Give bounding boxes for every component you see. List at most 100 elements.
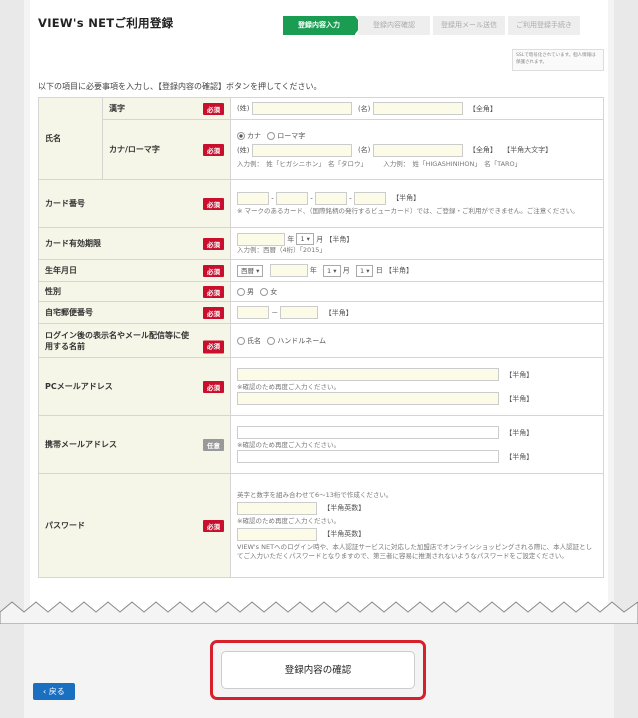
password-confirm-input[interactable] [237, 527, 317, 541]
postal-dash: － [271, 308, 279, 317]
confirm-note: ※確認のため再度ご入力ください。 [237, 516, 340, 525]
pc-email-inputs: 【半角】 ※確認のため再度ご入力ください。 【半角】 [230, 357, 604, 416]
kana-label-cell: カナ/ローマ字 必須 [102, 119, 231, 180]
mobile-email-input[interactable] [237, 426, 499, 439]
back-button[interactable]: ‹ 戻る [33, 683, 75, 700]
handle-option-radio[interactable] [267, 336, 276, 345]
password-input[interactable] [237, 501, 317, 515]
card-expiry-label-cell: カード有効期限 必須 [38, 227, 231, 260]
zenkaku-note: 【全角】 [468, 104, 497, 113]
mobile-email-label: 携帯メールアドレス [45, 440, 117, 449]
confirm-button-highlight: 登録内容の確認 [210, 640, 426, 700]
hankaku-note: 【半角】 [505, 452, 534, 461]
day-unit: 日 [375, 266, 383, 275]
gender-label: 性別 [45, 287, 61, 296]
birth-year-input[interactable] [269, 264, 308, 277]
male-radio[interactable] [237, 287, 245, 296]
display-name-label-cell: ログイン後の表示名やメール配信等に使用する名前 必須 [38, 323, 231, 358]
required-badge: 必須 [203, 340, 224, 354]
female-radio[interactable] [260, 287, 269, 296]
month-unit: 月 [342, 266, 350, 275]
torn-edge-divider [0, 601, 638, 624]
display-name-inputs: 氏名 ハンドルネーム [230, 323, 604, 358]
mobile-email-label-cell: 携帯メールアドレス 任意 [38, 415, 231, 474]
kana-radio[interactable] [237, 131, 245, 140]
required-badge: 必須 [203, 143, 224, 156]
card-number-input-2[interactable] [275, 191, 308, 205]
kanji-sei-input[interactable] [251, 102, 352, 115]
pc-email-input[interactable] [237, 368, 499, 381]
era-select[interactable]: 西暦 ▾ [237, 264, 264, 277]
sei-label: (姓) [237, 104, 250, 113]
pc-email-label: PCメールアドレス [45, 382, 113, 391]
password-description: VIEW's NETへのログイン時や、本人認証サービスに対応した加盟店でオンライ… [237, 542, 593, 560]
postal-input-1[interactable] [237, 306, 269, 319]
kana-mei-input[interactable] [372, 143, 463, 157]
pc-email-confirm-input[interactable] [237, 392, 499, 405]
roman-radio[interactable] [267, 131, 276, 140]
year-unit: 年 [287, 235, 295, 243]
card-number-note: ※ マークのあるカード、（国際銘柄の発行するビューカード）では、ご登録・ご利用が… [237, 206, 579, 215]
required-badge: 必須 [203, 237, 224, 250]
postal-inputs: － 【半角】 [230, 301, 604, 324]
name-option-radio[interactable] [237, 336, 245, 345]
postal-label: 自宅郵便番号 [45, 308, 93, 317]
card-number-label: カード番号 [45, 199, 85, 208]
postal-input-2[interactable] [280, 306, 319, 319]
card-number-input-4[interactable] [353, 191, 386, 205]
hankaku-note: 【半角】 [505, 370, 534, 379]
kanji-mei-input[interactable] [372, 102, 463, 115]
hankaku-eisu-note: 【半角英数】 [323, 530, 366, 538]
password-inputs: 英字と数字を組み合わせて6～13桁で作成ください。 【半角英数】 ※確認のため再… [230, 473, 604, 578]
required-badge: 必須 [203, 264, 224, 277]
intro-text: 以下の項目に必要事項を入力し、【登録内容の確認】ボタンを押してください。 [38, 82, 322, 91]
birth-date-label-cell: 生年月日 必須 [38, 259, 231, 282]
required-badge: 必須 [203, 197, 224, 210]
gender-label-cell: 性別 必須 [38, 281, 231, 302]
mei-label: (名) [357, 146, 371, 154]
birth-day-select[interactable]: 1 ▾ [356, 264, 374, 277]
name-option-label: 氏名 [247, 336, 261, 345]
hankaku-note: 【半角】 [505, 394, 534, 403]
expiry-month-select[interactable]: 1 ▾ [296, 233, 314, 245]
mobile-email-inputs: 【半角】 ※確認のため再度ご入力ください。 【半角】 [230, 415, 604, 474]
birth-date-inputs: 西暦 ▾ 年 1 ▾ 月 1 ▾ 日 【半角】 [230, 259, 604, 282]
form-card: VIEW's NETご利用登録 登録内容入力 登録内容確認 登録用メール送信 ご… [30, 0, 608, 612]
confirm-button[interactable]: 登録内容の確認 [221, 651, 415, 689]
year-unit: 年 [309, 266, 317, 275]
kanji-inputs: (姓) (名) 【全角】 [230, 97, 604, 120]
expiry-year-input[interactable] [237, 232, 285, 246]
pc-email-label-cell: PCメールアドレス 必須 [38, 357, 231, 416]
name-label: 氏名 [45, 134, 61, 143]
mei-label: (名) [357, 104, 371, 113]
kana-sei-input[interactable] [251, 143, 352, 157]
birth-date-label: 生年月日 [45, 266, 77, 275]
required-badge: 必須 [203, 285, 224, 298]
card-expiry-label: カード有効期限 [45, 239, 101, 248]
confirm-note: ※確認のため再度ご入力ください。 [237, 383, 340, 391]
step-complete: ご利用登録手続き [508, 16, 580, 35]
confirm-note: ※確認のため再度ご入力ください。 [237, 441, 340, 449]
kanji-label-cell: 漢字 必須 [102, 97, 231, 120]
kana-inputs: カナ ローマ字 (姓) (名) 【全角】 【半角大文字】 入力例： 姓「ヒガシニ… [230, 119, 604, 180]
mobile-email-confirm-input[interactable] [237, 450, 499, 463]
progress-steps: 登録内容入力 登録内容確認 登録用メール送信 ご利用登録手続き [280, 16, 580, 35]
roman-option-label: ローマ字 [277, 131, 306, 140]
birth-month-select[interactable]: 1 ▾ [323, 264, 341, 277]
step-confirm: 登録内容確認 [358, 16, 430, 35]
card-number-input-3[interactable] [314, 191, 347, 205]
step-input: 登録内容入力 [283, 16, 362, 35]
hankaku-eisu-note: 【半角英数】 [323, 504, 366, 512]
hankaku-note: 【半角】 [392, 194, 421, 202]
password-rule: 英字と数字を組み合わせて6～13桁で作成ください。 [237, 490, 393, 499]
card-number-input-1[interactable] [237, 191, 269, 205]
card-expiry-inputs: 年 1 ▾ 月 【半角】 入力例：西暦（4桁）「2015」 [230, 227, 604, 260]
required-badge: 必須 [203, 102, 224, 115]
kanji-label: 漢字 [109, 104, 125, 113]
gender-inputs: 男 女 [230, 281, 604, 302]
hankaku-note: 【半角】 [384, 266, 413, 275]
required-badge: 必須 [203, 519, 224, 532]
hankaku-upper-note: 【半角大文字】 [503, 146, 553, 154]
card-number-label-cell: カード番号 必須 [38, 179, 231, 228]
hankaku-note: 【半角】 [325, 235, 354, 243]
